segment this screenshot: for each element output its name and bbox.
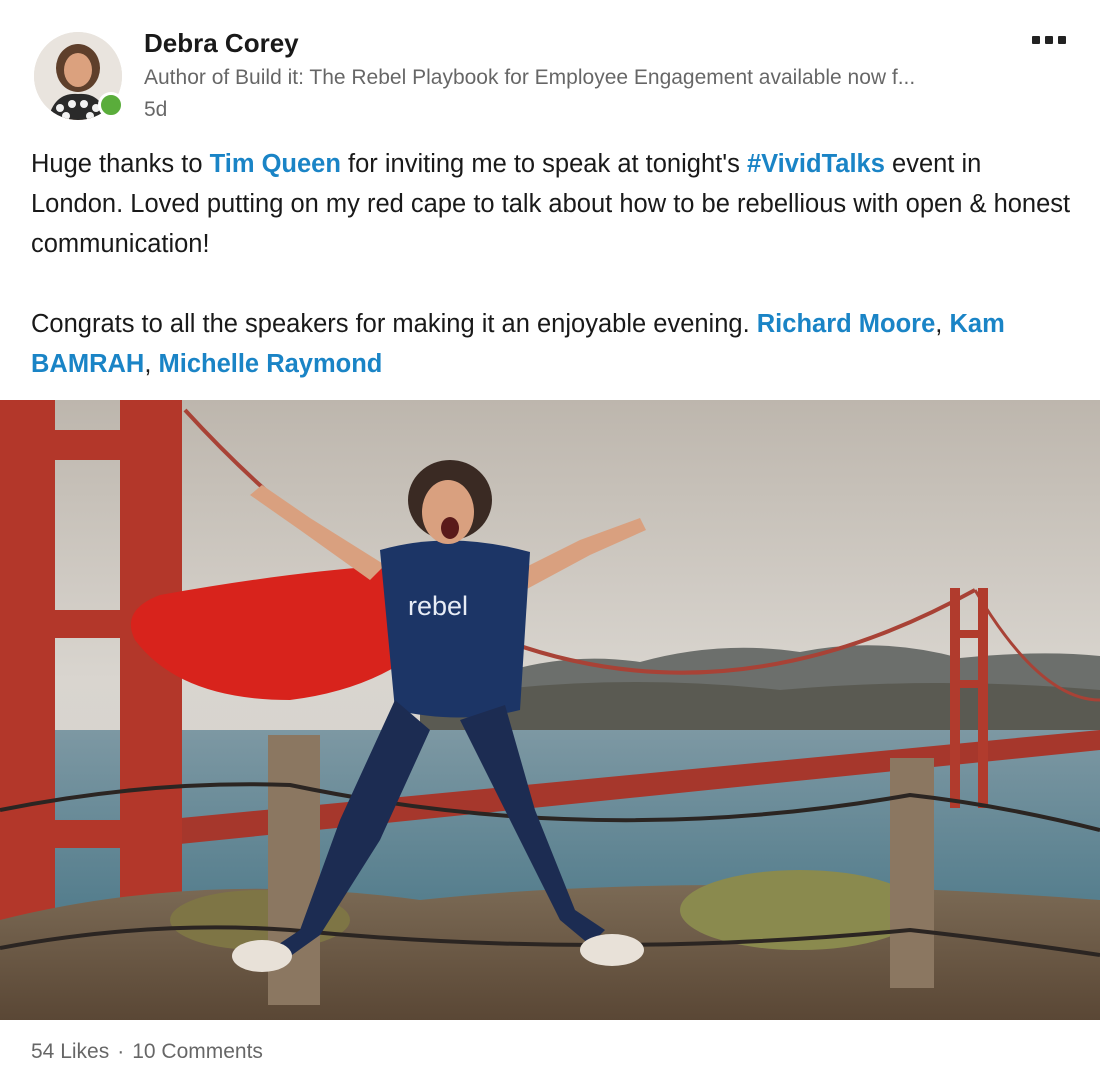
post-text-segment: , (144, 350, 159, 378)
post-text: Huge thanks to Tim Queen for inviting me… (31, 144, 1076, 384)
post-text-segment: Congrats to all the speakers for making … (31, 310, 757, 338)
more-horizontal-icon (1058, 36, 1066, 44)
post-text-segment: , (935, 310, 950, 338)
post-paragraph: Congrats to all the speakers for making … (31, 304, 1076, 384)
shirt-text: rebel (408, 591, 468, 621)
author-headline: Author of Build it: The Rebel Playbook f… (144, 66, 916, 89)
author-name[interactable]: Debra Corey (144, 28, 299, 59)
separator: · (117, 1040, 125, 1063)
post-timestamp: 5d (144, 98, 168, 121)
likes-count[interactable]: 54 Likes (31, 1040, 109, 1064)
more-options-button[interactable] (1032, 30, 1076, 50)
more-horizontal-icon (1045, 36, 1053, 44)
post-image[interactable]: rebel (0, 400, 1100, 1020)
online-status-indicator (98, 92, 124, 118)
feed-post: Debra Corey Author of Build it: The Rebe… (0, 0, 1100, 1078)
post-text-segment: Huge thanks to (31, 150, 210, 178)
hashtag-link[interactable]: #VividTalks (747, 150, 885, 178)
author-avatar[interactable] (34, 32, 124, 120)
mention-link[interactable]: Richard Moore (757, 310, 936, 338)
social-counts: 54 Likes · 10 Comments (31, 1040, 263, 1064)
mention-link[interactable]: Michelle Raymond (159, 350, 383, 378)
more-horizontal-icon (1032, 36, 1040, 44)
post-text-segment: for inviting me to speak at tonight's (340, 150, 747, 178)
mention-link[interactable]: Tim Queen (210, 150, 341, 178)
post-paragraph: Huge thanks to Tim Queen for inviting me… (31, 144, 1076, 264)
comments-count[interactable]: 10 Comments (132, 1040, 263, 1064)
